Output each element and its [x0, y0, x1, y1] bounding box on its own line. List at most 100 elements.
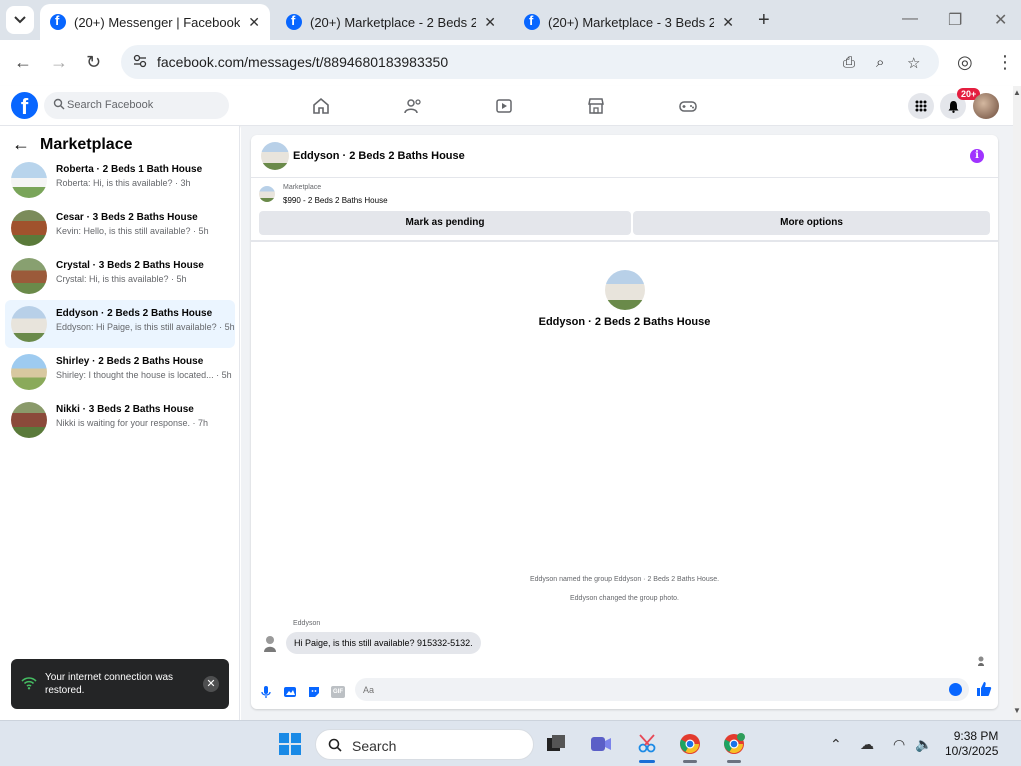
- microphone-icon[interactable]: [259, 685, 273, 699]
- video-icon[interactable]: [494, 96, 514, 116]
- volume-icon[interactable]: 🔈: [915, 736, 932, 753]
- conversation-preview: Kevin: Hello, is this still available? ·…: [56, 226, 209, 236]
- conversation-name: Roberta · 2 Beds 1 Bath House: [56, 164, 203, 175]
- more-options-button[interactable]: More options: [633, 211, 990, 235]
- reload-icon[interactable]: ↻: [86, 52, 101, 73]
- facebook-logo-icon[interactable]: f: [11, 92, 38, 119]
- teams-meet-icon[interactable]: [590, 733, 612, 755]
- mark-pending-button[interactable]: Mark as pending: [259, 211, 631, 235]
- app-running-indicator: [727, 760, 741, 763]
- browser-tab-marketplace-2beds[interactable]: (20+) Marketplace - 2 Beds 2 Ba ✕: [276, 4, 506, 40]
- conversation-name: Shirley · 2 Beds 2 Baths House: [56, 356, 204, 367]
- conversation-cesar[interactable]: Cesar · 3 Beds 2 Baths House Kevin: Hell…: [5, 204, 235, 252]
- listing-price[interactable]: $990 - 2 Beds 2 Baths House: [283, 196, 388, 205]
- sticker-icon[interactable]: [307, 685, 321, 699]
- wifi-status-icon[interactable]: ◠: [893, 736, 905, 753]
- home-icon[interactable]: [311, 96, 331, 116]
- listing-thumbnail: [11, 306, 47, 342]
- tab-close-icon[interactable]: ✕: [476, 14, 496, 31]
- window-close-icon[interactable]: ✕: [994, 10, 1007, 30]
- facebook-favicon-icon: [524, 13, 540, 30]
- chat-header: Eddyson · 2 Beds 2 Baths House i: [251, 135, 998, 178]
- friends-icon[interactable]: [403, 96, 423, 116]
- chat-avatar[interactable]: [261, 142, 289, 170]
- forward-arrow-icon[interactable]: →: [50, 52, 68, 73]
- bookmark-star-icon[interactable]: ☆: [907, 54, 920, 72]
- profile-icon[interactable]: ◎: [957, 52, 973, 73]
- listing-mini-thumbnail: [259, 186, 275, 202]
- bell-icon: [948, 100, 958, 113]
- tab-title: (20+) Messenger | Facebook: [74, 14, 241, 30]
- conversation-name: Cesar · 3 Beds 2 Baths House: [56, 212, 198, 223]
- system-clock[interactable]: 9:38 PM 10/3/2025: [945, 729, 998, 759]
- tab-close-icon[interactable]: ✕: [240, 14, 260, 31]
- onedrive-offline-icon[interactable]: ☁: [860, 736, 874, 753]
- show-hidden-icons-icon[interactable]: ⌃: [830, 736, 842, 753]
- zoom-icon[interactable]: ⌕: [876, 54, 884, 71]
- minimize-icon[interactable]: —: [902, 10, 918, 28]
- scroll-down-icon[interactable]: ▼: [1013, 706, 1021, 715]
- conversation-preview: Shirley: I thought the house is located.…: [56, 370, 232, 380]
- conversation-name: Eddyson · 2 Beds 2 Baths House: [56, 308, 213, 319]
- system-message: Eddyson named the group Eddyson · 2 Beds…: [529, 576, 720, 583]
- toast-close-icon[interactable]: ✕: [203, 676, 219, 692]
- facebook-search-input[interactable]: Search Facebook: [44, 92, 229, 119]
- url-text: facebook.com/messages/t/8894680183983350: [157, 54, 449, 70]
- sender-avatar[interactable]: [262, 635, 278, 653]
- message-input[interactable]: [355, 678, 969, 701]
- listing-thumbnail: [11, 402, 47, 438]
- page-scrollbar[interactable]: ▲ ▼: [1013, 86, 1021, 720]
- chrome-icon[interactable]: [679, 733, 701, 755]
- address-bar[interactable]: facebook.com/messages/t/8894680183983350…: [121, 45, 939, 79]
- browser-tab-marketplace-3beds[interactable]: (20+) Marketplace - 3 Beds 2 Ba ✕: [514, 4, 744, 40]
- marketplace-icon[interactable]: [586, 96, 606, 116]
- browser-tab-messenger[interactable]: (20+) Messenger | Facebook ✕: [40, 4, 270, 40]
- windows-start-icon[interactable]: [279, 733, 301, 755]
- seen-avatar-icon: [978, 656, 984, 666]
- menu-grid-button[interactable]: [908, 93, 934, 119]
- thumbs-up-icon[interactable]: [976, 681, 992, 697]
- browser-toolbar: ← → ↻ facebook.com/messages/t/8894680183…: [0, 40, 1021, 86]
- chat-title[interactable]: Eddyson · 2 Beds 2 Baths House: [293, 150, 465, 162]
- photo-icon[interactable]: [283, 685, 297, 699]
- browser-menu-icon[interactable]: ⋮: [996, 52, 1014, 73]
- group-name: Eddyson · 2 Beds 2 Baths House: [538, 316, 711, 328]
- new-tab-icon[interactable]: +: [758, 9, 770, 32]
- facebook-header: f Search Facebook 20+: [0, 86, 1013, 126]
- snipping-tool-icon[interactable]: [636, 733, 658, 755]
- restore-icon[interactable]: ❐: [948, 10, 962, 30]
- tab-close-icon[interactable]: ✕: [714, 14, 734, 31]
- toast-message: Your internet connection was restored.: [45, 672, 174, 696]
- conversation-eddyson[interactable]: Eddyson · 2 Beds 2 Baths House Eddyson: …: [5, 300, 235, 348]
- search-icon: [328, 738, 342, 752]
- gif-icon[interactable]: GIF: [331, 686, 345, 698]
- scroll-up-icon[interactable]: ▲: [1013, 88, 1021, 97]
- search-placeholder: Search Facebook: [67, 99, 154, 111]
- facebook-favicon-icon: [286, 13, 302, 30]
- taskbar-search[interactable]: Search: [315, 729, 534, 760]
- account-avatar[interactable]: [973, 93, 999, 119]
- chat-panel: Eddyson · 2 Beds 2 Baths House i Marketp…: [251, 135, 998, 709]
- install-app-icon[interactable]: ⎙: [843, 54, 855, 71]
- conversation-nikki[interactable]: Nikki · 3 Beds 2 Baths House Nikki is wa…: [5, 396, 235, 444]
- chrome-profile-icon[interactable]: [723, 733, 745, 755]
- info-icon[interactable]: i: [970, 149, 984, 163]
- task-view-icon[interactable]: [545, 733, 567, 755]
- back-arrow-icon[interactable]: ←: [12, 134, 30, 155]
- conversation-crystal[interactable]: Crystal · 3 Beds 2 Baths House Crystal: …: [5, 252, 235, 300]
- back-arrow-icon[interactable]: ←: [14, 52, 32, 73]
- conversation-shirley[interactable]: Shirley · 2 Beds 2 Baths House Shirley: …: [5, 348, 235, 396]
- search-icon: [53, 98, 65, 110]
- group-photo: [605, 270, 645, 310]
- sidebar-header: ← Marketplace: [12, 134, 133, 155]
- facebook-favicon-icon: [50, 13, 66, 30]
- tab-search-button[interactable]: [6, 6, 34, 34]
- message-bubble[interactable]: Hi Paige, is this still available? 91533…: [286, 632, 481, 654]
- conversation-name: Crystal · 3 Beds 2 Baths House: [56, 260, 204, 271]
- connection-toast: Your internet connection was restored. ✕: [11, 659, 229, 709]
- gaming-icon[interactable]: [678, 96, 698, 116]
- conversation-preview: Roberta: Hi, is this available? · 3h: [56, 178, 191, 188]
- emoji-icon[interactable]: [949, 683, 962, 696]
- site-info-icon[interactable]: [133, 54, 147, 68]
- conversation-roberta[interactable]: Roberta · 2 Beds 1 Bath House Roberta: H…: [5, 156, 235, 204]
